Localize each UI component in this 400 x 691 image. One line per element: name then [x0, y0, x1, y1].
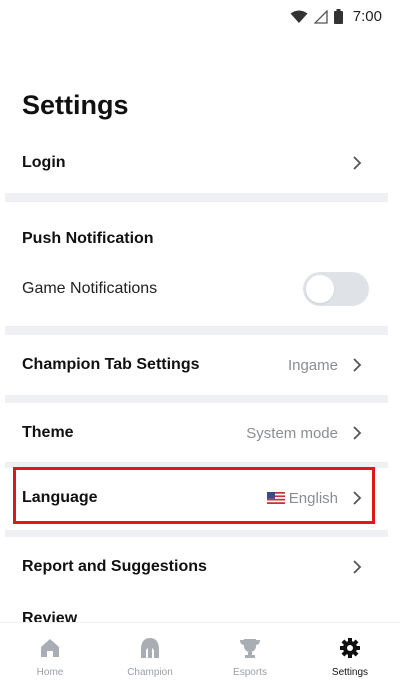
- chevron-right-icon: [353, 156, 362, 170]
- page-title: Settings: [22, 90, 129, 120]
- game-notifications-row: Game Notifications: [0, 270, 388, 308]
- section-divider: [5, 395, 388, 403]
- home-icon: [41, 639, 59, 657]
- champion-tab-value: Ingame: [287, 356, 338, 374]
- game-notifications-label: Game Notifications: [22, 280, 158, 297]
- language-value: English: [288, 489, 338, 507]
- section-divider: [5, 530, 388, 537]
- login-row[interactable]: Login: [0, 143, 388, 183]
- nav-home-label: Home: [36, 667, 64, 678]
- theme-row[interactable]: Theme System mode: [0, 413, 388, 453]
- gear-icon: [340, 638, 360, 658]
- section-divider: [5, 193, 388, 202]
- push-notification-header: Push Notification: [22, 230, 154, 247]
- champion-tab-settings-row[interactable]: Champion Tab Settings Ingame: [0, 345, 388, 385]
- signal-icon: [313, 9, 328, 24]
- champion-tab-right: Ingame: [288, 357, 364, 374]
- language-row[interactable]: Language English: [0, 478, 388, 518]
- chevron-right-icon: [353, 358, 362, 372]
- champion-tab-label: Champion Tab Settings: [22, 356, 200, 373]
- language-label: Language: [22, 489, 98, 506]
- game-notifications-toggle[interactable]: [303, 272, 369, 306]
- nav-champion[interactable]: Champion: [100, 623, 200, 691]
- language-value-wrap: English: [266, 489, 338, 507]
- chevron-right-icon: [353, 491, 362, 505]
- chevron-right-icon: [353, 426, 362, 440]
- nav-settings-label: Settings: [331, 667, 369, 678]
- chevron-right-icon: [353, 560, 362, 574]
- toggle-knob: [306, 275, 334, 303]
- status-icons: 7:00: [290, 8, 382, 25]
- bottom-navigation: Home Champion Esports Settings: [0, 622, 400, 691]
- nav-settings[interactable]: Settings: [300, 623, 400, 691]
- language-right: English: [266, 489, 364, 507]
- nav-champion-label: Champion: [127, 667, 173, 678]
- battery-icon: [333, 9, 343, 24]
- status-time: 7:00: [352, 8, 382, 25]
- section-divider: [5, 326, 388, 335]
- section-divider: [5, 462, 388, 468]
- report-label: Report and Suggestions: [22, 558, 207, 575]
- champion-icon: [141, 638, 159, 658]
- login-label: Login: [22, 154, 66, 171]
- trophy-icon: [240, 639, 260, 658]
- nav-home[interactable]: Home: [0, 623, 100, 691]
- nav-esports[interactable]: Esports: [200, 623, 300, 691]
- status-bar: 7:00: [0, 0, 400, 34]
- wifi-icon: [290, 10, 308, 23]
- nav-esports-label: Esports: [233, 667, 267, 678]
- us-flag-icon: [266, 492, 285, 504]
- theme-value: System mode: [246, 424, 338, 442]
- theme-right: System mode: [246, 425, 364, 442]
- report-suggestions-row[interactable]: Report and Suggestions: [0, 547, 388, 587]
- theme-label: Theme: [22, 424, 74, 441]
